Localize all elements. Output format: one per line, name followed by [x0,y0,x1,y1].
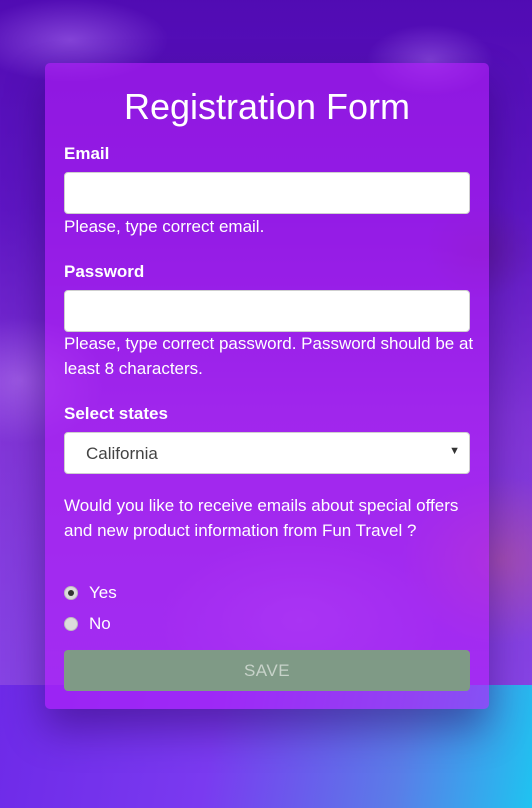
email-hint: Please, type correct email. [64,217,265,236]
registration-card [45,63,489,709]
states-select[interactable]: California ▼ [64,432,470,474]
save-button[interactable]: SAVE [64,650,470,691]
radio-label-no: No [89,614,111,633]
form-title: Registration Form [123,86,411,127]
email-field[interactable] [64,172,470,214]
radio-label-yes: Yes [89,583,117,602]
page: Registration Form Email Please, type cor… [0,0,532,808]
password-hint: Please, type correct password. Password … [64,334,474,378]
states-selected-value: California [86,444,158,463]
dropdown-arrow-icon: ▼ [449,445,460,457]
radio-button-yes[interactable] [64,586,78,600]
states-label: Select states [64,404,168,423]
radio-button-no[interactable] [64,617,78,631]
newsletter-question: Would you like to receive emails about s… [64,496,459,540]
password-field[interactable] [64,290,470,332]
email-label: Email [64,144,110,163]
password-label: Password [64,262,145,281]
